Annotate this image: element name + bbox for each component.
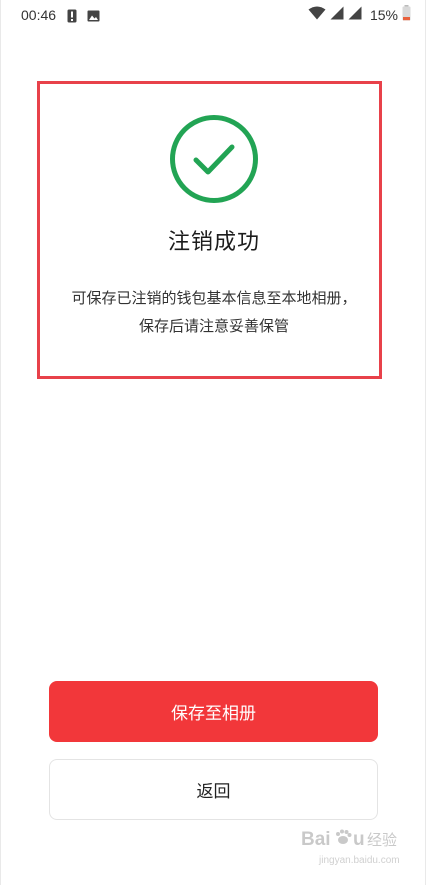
success-description: 可保存已注销的钱包基本信息至本地相册， 保存后请注意妥善保管 xyxy=(1,284,425,340)
svg-text:jingyan.baidu.com: jingyan.baidu.com xyxy=(318,855,400,866)
battery-icon xyxy=(402,5,411,25)
status-notification-icons xyxy=(67,9,100,27)
signal-icon xyxy=(348,6,362,24)
wifi-icon xyxy=(308,6,326,24)
image-icon xyxy=(87,10,100,26)
description-line-1: 可保存已注销的钱包基本信息至本地相册， xyxy=(71,289,357,307)
status-time: 00:46 xyxy=(21,7,57,23)
status-bar: 00:46 15% xyxy=(1,0,425,32)
screen: 00:46 15% 注销成功 可保存已注销的钱包基本信息至本地相册， 保存后请注… xyxy=(0,0,426,885)
svg-text:u: u xyxy=(353,829,365,850)
svg-text:Bai: Bai xyxy=(301,829,331,850)
description-line-2: 保存后请注意妥善保管 xyxy=(138,317,289,335)
save-to-album-button[interactable]: 保存至相册 xyxy=(49,681,378,742)
back-button[interactable]: 返回 xyxy=(49,759,378,820)
check-circle-icon xyxy=(169,114,259,204)
baidu-watermark: Bai u 经验 jingyan.baidu.com xyxy=(299,823,411,873)
page-title: 注销成功 xyxy=(167,230,260,255)
alert-icon xyxy=(67,9,77,27)
status-system-icons: 15% xyxy=(308,5,411,25)
signal-icon xyxy=(330,6,344,24)
svg-text:经验: 经验 xyxy=(367,831,397,849)
battery-percent: 15% xyxy=(369,7,398,23)
